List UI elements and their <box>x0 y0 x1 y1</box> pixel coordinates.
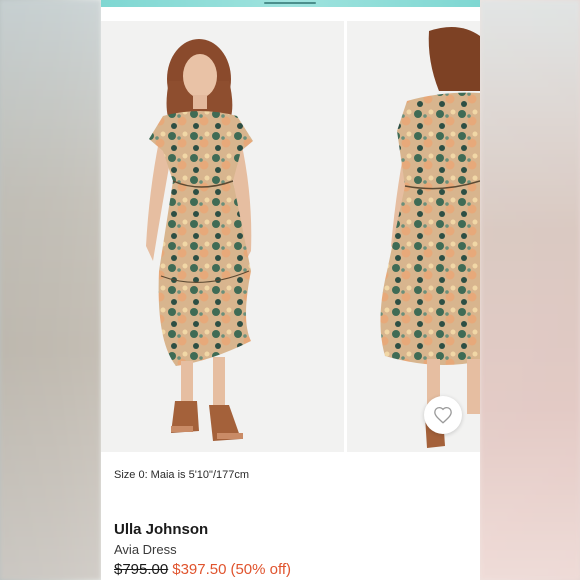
original-price: $795.00 <box>114 561 169 578</box>
size-note: Size 0: Maia is 5'10"/177cm <box>114 469 250 481</box>
sale-price: $397.50 <box>172 561 227 578</box>
blurred-background-left <box>0 0 101 580</box>
wishlist-button[interactable] <box>424 396 462 434</box>
model-back-photo[interactable] <box>347 21 480 452</box>
top-bar-indicator <box>264 2 316 4</box>
heart-icon <box>434 406 452 424</box>
product-name: Avia Dress <box>114 542 177 557</box>
top-bar <box>101 0 480 7</box>
price-row: $795.00 $397.50 (50% off) <box>114 561 291 578</box>
brand-name[interactable]: Ulla Johnson <box>114 521 208 538</box>
image-gallery[interactable] <box>101 21 480 452</box>
model-front-photo[interactable] <box>101 21 344 452</box>
discount-label: (50% off) <box>230 561 292 578</box>
blurred-background-right <box>480 0 580 580</box>
product-card: Size 0: Maia is 5'10"/177cm Ulla Johnson… <box>101 0 480 580</box>
